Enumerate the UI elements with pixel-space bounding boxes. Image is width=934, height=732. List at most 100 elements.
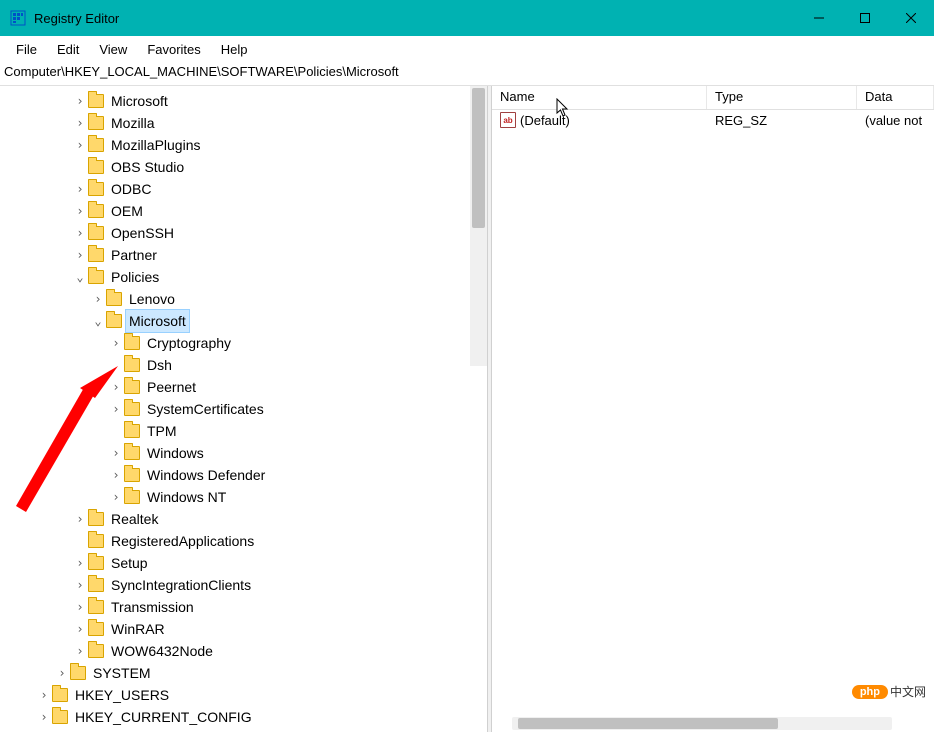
- folder-icon: [88, 116, 104, 130]
- expand-icon[interactable]: ›: [36, 706, 52, 728]
- folder-icon: [88, 270, 104, 284]
- values-list[interactable]: ab(Default)REG_SZ(value not: [492, 110, 934, 130]
- tree-node[interactable]: ⌄Microsoft: [0, 310, 487, 332]
- tree-node-label: HKEY_USERS: [72, 684, 172, 706]
- tree-vertical-scrollbar[interactable]: [470, 86, 487, 366]
- expand-icon[interactable]: ›: [72, 618, 88, 640]
- tree-node[interactable]: › HKEY_USERS: [0, 684, 487, 706]
- tree-node-label: MozillaPlugins: [108, 134, 203, 156]
- tree-node-label: ODBC: [108, 178, 154, 200]
- string-value-icon: ab: [500, 112, 516, 128]
- expand-icon[interactable]: ›: [54, 662, 70, 684]
- tree-node[interactable]: ›OpenSSH: [0, 222, 487, 244]
- expand-icon[interactable]: ›: [72, 244, 88, 266]
- expand-icon[interactable]: ›: [72, 222, 88, 244]
- tree-node[interactable]: ›SystemCertificates: [0, 398, 487, 420]
- expand-icon[interactable]: ›: [72, 178, 88, 200]
- tree-node[interactable]: ›Peernet: [0, 376, 487, 398]
- tree-node-label: Dsh: [144, 354, 175, 376]
- tree-node[interactable]: › MozillaPlugins: [0, 134, 487, 156]
- menu-favorites[interactable]: Favorites: [137, 40, 210, 59]
- menu-edit[interactable]: Edit: [47, 40, 89, 59]
- tree-node[interactable]: ›Transmission: [0, 596, 487, 618]
- tree-node[interactable]: ›HKEY_CURRENT_CONFIG: [0, 706, 487, 728]
- collapse-icon[interactable]: ⌄: [90, 310, 106, 332]
- expand-icon[interactable]: ›: [108, 376, 124, 398]
- tree-node[interactable]: › Setup: [0, 552, 487, 574]
- folder-icon: [124, 402, 140, 416]
- expand-icon[interactable]: ›: [72, 112, 88, 134]
- folder-icon: [52, 710, 68, 724]
- tree-node[interactable]: › Windows: [0, 442, 487, 464]
- tree-node-label: Setup: [108, 552, 151, 574]
- tree-node[interactable]: ⌄Policies: [0, 266, 487, 288]
- scrollbar-thumb[interactable]: [518, 718, 778, 729]
- folder-icon: [88, 248, 104, 262]
- expand-icon[interactable]: ›: [90, 288, 106, 310]
- address-bar[interactable]: Computer\HKEY_LOCAL_MACHINE\SOFTWARE\Pol…: [0, 62, 934, 86]
- tree-node[interactable]: ›Partner: [0, 244, 487, 266]
- folder-icon: [124, 358, 140, 372]
- expand-icon[interactable]: ›: [72, 552, 88, 574]
- expand-icon[interactable]: ›: [72, 200, 88, 222]
- tree-node[interactable]: ›Cryptography: [0, 332, 487, 354]
- expand-icon[interactable]: ›: [108, 332, 124, 354]
- column-header-data[interactable]: Data: [857, 86, 934, 109]
- expand-icon[interactable]: ›: [72, 574, 88, 596]
- collapse-icon[interactable]: ⌄: [72, 266, 88, 288]
- folder-icon: [52, 688, 68, 702]
- folder-icon: [124, 380, 140, 394]
- tree-node[interactable]: › Mozilla: [0, 112, 487, 134]
- tree-node[interactable]: ·OBS Studio: [0, 156, 487, 178]
- expand-icon[interactable]: ›: [108, 486, 124, 508]
- tree-node[interactable]: ›WOW6432Node: [0, 640, 487, 662]
- expand-icon[interactable]: ›: [108, 464, 124, 486]
- tree-node-label: TPM: [144, 420, 180, 442]
- tree-node[interactable]: ·TPM: [0, 420, 487, 442]
- scrollbar-thumb[interactable]: [472, 88, 485, 228]
- minimize-button[interactable]: [796, 0, 842, 36]
- menu-view[interactable]: View: [89, 40, 137, 59]
- value-type: REG_SZ: [707, 113, 857, 128]
- tree-node[interactable]: ›Realtek: [0, 508, 487, 530]
- folder-icon: [124, 446, 140, 460]
- expand-icon[interactable]: ›: [72, 90, 88, 112]
- tree-node[interactable]: ·RegisteredApplications: [0, 530, 487, 552]
- tree-node[interactable]: ·Dsh: [0, 354, 487, 376]
- tree-node[interactable]: › ODBC: [0, 178, 487, 200]
- tree-node[interactable]: › WinRAR: [0, 618, 487, 640]
- folder-icon: [88, 556, 104, 570]
- tree-node[interactable]: ›Lenovo: [0, 288, 487, 310]
- tree-node-label: Mozilla: [108, 112, 158, 134]
- expand-icon[interactable]: ›: [108, 442, 124, 464]
- expand-icon[interactable]: ›: [72, 596, 88, 618]
- tree-node[interactable]: ›SYSTEM: [0, 662, 487, 684]
- expand-icon[interactable]: ›: [72, 134, 88, 156]
- tree-node[interactable]: ›Microsoft: [0, 90, 487, 112]
- folder-icon: [88, 226, 104, 240]
- expand-icon[interactable]: ›: [72, 640, 88, 662]
- maximize-button[interactable]: [842, 0, 888, 36]
- expand-icon[interactable]: ›: [108, 398, 124, 420]
- value-row[interactable]: ab(Default)REG_SZ(value not: [492, 110, 934, 130]
- folder-icon: [88, 578, 104, 592]
- expand-icon[interactable]: ›: [36, 684, 52, 706]
- tree-node-label: Windows Defender: [144, 464, 268, 486]
- tree-node[interactable]: ›SyncIntegrationClients: [0, 574, 487, 596]
- tree-node[interactable]: ›Windows NT: [0, 486, 487, 508]
- column-header-name[interactable]: Name: [492, 86, 707, 109]
- menu-file[interactable]: File: [6, 40, 47, 59]
- menu-help[interactable]: Help: [211, 40, 258, 59]
- tree-node[interactable]: › Windows Defender: [0, 464, 487, 486]
- tree-node-label: Windows: [144, 442, 207, 464]
- expand-icon[interactable]: ›: [72, 508, 88, 530]
- folder-icon: [106, 314, 122, 328]
- close-button[interactable]: [888, 0, 934, 36]
- tree-node[interactable]: ›OEM: [0, 200, 487, 222]
- folder-icon: [88, 512, 104, 526]
- tree-node-label: WinRAR: [108, 618, 168, 640]
- value-data: (value not: [857, 113, 934, 128]
- registry-tree[interactable]: ›Microsoft›Mozilla›MozillaPlugins·OBS St…: [0, 86, 487, 728]
- values-horizontal-scrollbar[interactable]: [492, 715, 934, 732]
- column-header-type[interactable]: Type: [707, 86, 857, 109]
